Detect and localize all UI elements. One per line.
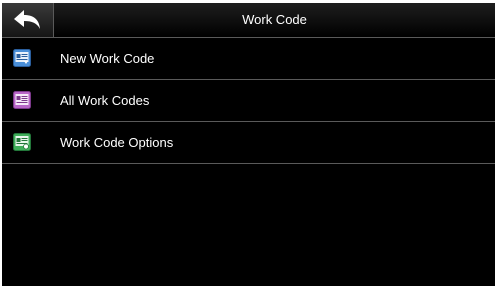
work-code-options-icon	[13, 133, 31, 151]
menu-item-all-work-codes[interactable]: All Work Codes	[2, 80, 495, 122]
page-title: Work Code	[242, 12, 307, 27]
menu-item-new-work-code[interactable]: New Work Code	[2, 38, 495, 80]
menu-item-label: All Work Codes	[60, 93, 150, 108]
back-arrow-icon	[14, 10, 40, 29]
back-button[interactable]	[2, 3, 54, 37]
device-screen: Work Code New Work Code All Work Codes W…	[2, 3, 495, 286]
new-work-code-icon	[13, 49, 31, 67]
menu-item-work-code-options[interactable]: Work Code Options	[2, 122, 495, 164]
menu-list: New Work Code All Work Codes Work Code O…	[2, 38, 495, 164]
title-bar: Work Code	[2, 3, 495, 38]
menu-item-label: Work Code Options	[60, 135, 174, 150]
all-work-codes-icon	[13, 91, 31, 109]
menu-item-label: New Work Code	[60, 51, 155, 66]
